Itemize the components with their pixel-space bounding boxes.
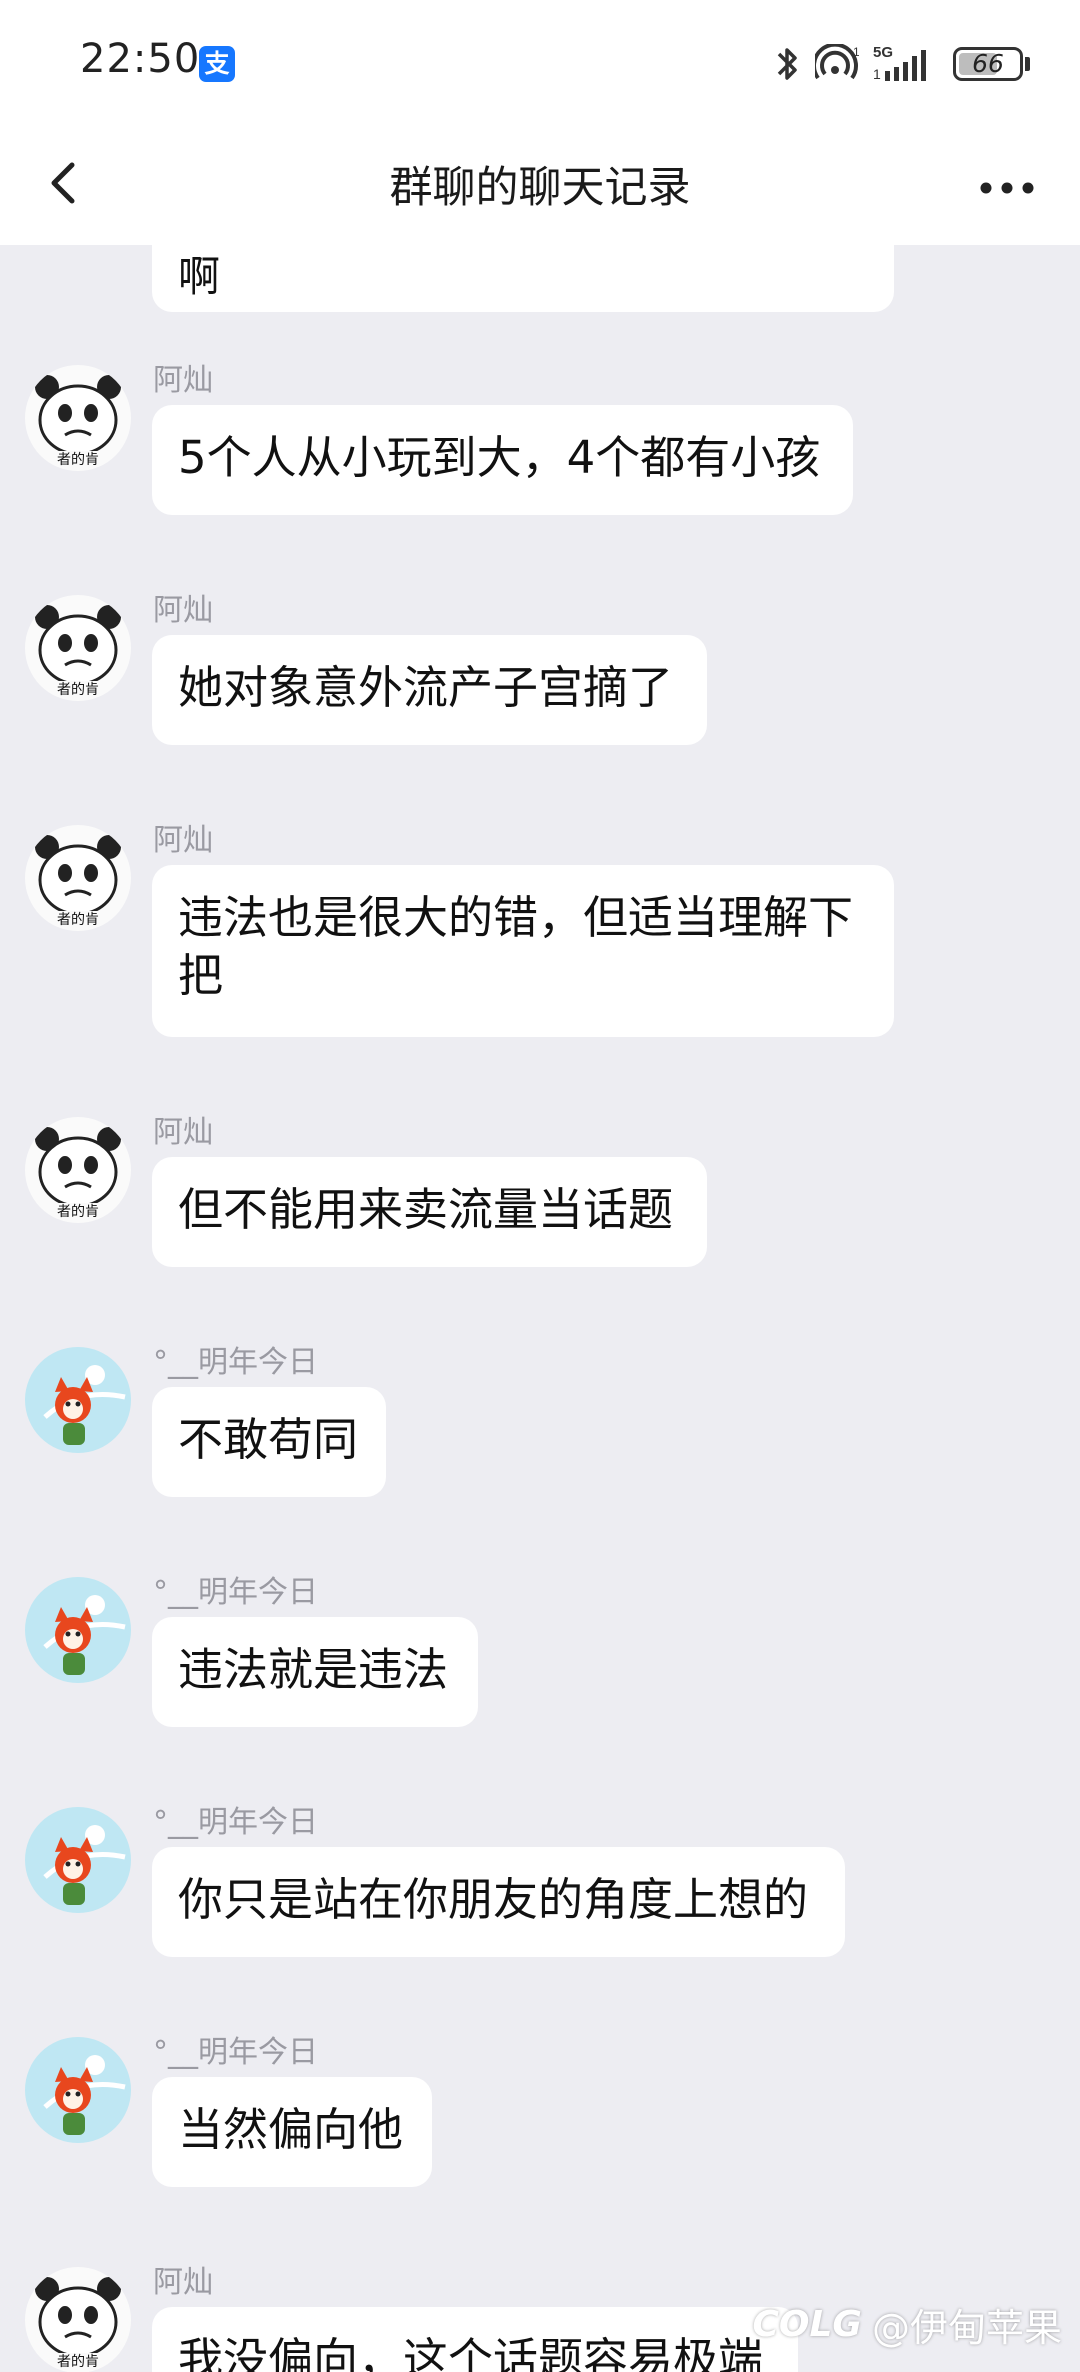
sender-name: 阿灿 <box>153 1115 213 1150</box>
message-bubble[interactable]: 不敢苟同 <box>152 1387 386 1497</box>
message-bubble-partial[interactable]: 啊 <box>152 245 894 312</box>
message-bubble[interactable]: 我没偏向，这个话题容易极端 <box>152 2307 798 2372</box>
message-bubble[interactable]: 当然偏向他 <box>152 2077 432 2187</box>
fox-girl-avatar[interactable] <box>25 2037 131 2143</box>
message-text: 她对象意外流产子宫摘了 <box>178 661 674 714</box>
message-bubble[interactable]: 你只是站在你朋友的角度上想的 <box>152 1847 845 1957</box>
status-bar: 22:50 支 1 5G 1 66 <box>0 0 1080 125</box>
svg-text:者的肯: 者的肯 <box>57 912 99 928</box>
message-text: 违法就是违法 <box>178 1643 449 1696</box>
svg-text:者的肯: 者的肯 <box>57 1204 99 1220</box>
message-bubble[interactable]: 5个人从小玩到大，4个都有小孩 <box>152 405 853 515</box>
fox-girl-avatar[interactable] <box>25 1577 131 1683</box>
message-bubble[interactable]: 违法也是很大的错，但适当理解下 把 <box>152 865 894 1037</box>
sender-name: 阿灿 <box>153 593 213 628</box>
svg-text:者的肯: 者的肯 <box>57 452 99 468</box>
alipay-icon: 支 <box>199 46 235 82</box>
sender-name: 阿灿 <box>153 2265 213 2300</box>
fox-girl-avatar[interactable] <box>25 1347 131 1453</box>
page-title: 群聊的聊天记录 <box>389 163 691 213</box>
sender-name: °__明年今日 <box>153 1575 318 1610</box>
sender-name: 阿灿 <box>153 363 213 398</box>
svg-text:1: 1 <box>873 66 881 82</box>
nav-bar: 群聊的聊天记录 <box>0 125 1080 245</box>
panda-meme-avatar[interactable]: 者的肯 <box>25 1117 131 1223</box>
sender-name: °__明年今日 <box>153 2035 318 2070</box>
panda-meme-avatar[interactable]: 者的肯 <box>25 825 131 931</box>
panda-meme-avatar[interactable]: 者的肯 <box>25 365 131 471</box>
battery-level: 66 <box>972 49 1004 78</box>
status-time: 22:50 <box>80 36 201 82</box>
message-text: 不敢苟同 <box>178 1413 359 1466</box>
network-label: 5G <box>873 44 893 61</box>
message-bubble[interactable]: 但不能用来卖流量当话题 <box>152 1157 707 1267</box>
watermark-logo: COLG <box>752 2304 862 2345</box>
svg-text:1: 1 <box>853 45 859 59</box>
battery-cap <box>1025 57 1030 71</box>
message-text: 你只是站在你朋友的角度上想的 <box>178 1873 809 1926</box>
status-icons: 1 5G 1 66 <box>775 40 1030 88</box>
message-bubble[interactable]: 她对象意外流产子宫摘了 <box>152 635 707 745</box>
message-bubble[interactable]: 违法就是违法 <box>152 1617 478 1727</box>
hotspot-icon: 1 <box>815 44 859 84</box>
chat-history[interactable]: 啊 者的肯 阿灿 5个人从小玩到大，4个都有小孩 者的肯 阿灿 她对象意外流产子… <box>0 245 1080 2372</box>
message-text-line: 违法也是很大的错，但适当理解下 <box>178 891 854 944</box>
svg-text:者的肯: 者的肯 <box>57 682 99 698</box>
battery-icon: 66 <box>953 47 1023 81</box>
more-dots-icon <box>980 182 1034 194</box>
message-text: 当然偏向他 <box>178 2103 404 2156</box>
message-text: 我没偏向，这个话题容易极端 <box>178 2333 764 2372</box>
bluetooth-icon <box>775 44 801 84</box>
sender-name: °__明年今日 <box>153 1805 318 1840</box>
more-button[interactable] <box>972 155 1042 215</box>
panda-meme-avatar[interactable]: 者的肯 <box>25 2267 131 2372</box>
message-text: 啊 <box>178 252 221 301</box>
svg-text:者的肯: 者的肯 <box>57 2354 99 2370</box>
watermark: COLG @伊甸苹果 <box>752 2297 1062 2352</box>
sender-name: °__明年今日 <box>153 1345 318 1380</box>
panda-meme-avatar[interactable]: 者的肯 <box>25 595 131 701</box>
sender-name: 阿灿 <box>153 823 213 858</box>
signal-icon: 5G 1 <box>873 43 939 85</box>
message-text: 5个人从小玩到大，4个都有小孩 <box>178 431 821 484</box>
watermark-text: @伊甸苹果 <box>871 2306 1062 2350</box>
message-text: 但不能用来卖流量当话题 <box>178 1183 674 1236</box>
fox-girl-avatar[interactable] <box>25 1807 131 1913</box>
message-text-line: 把 <box>178 949 224 1002</box>
